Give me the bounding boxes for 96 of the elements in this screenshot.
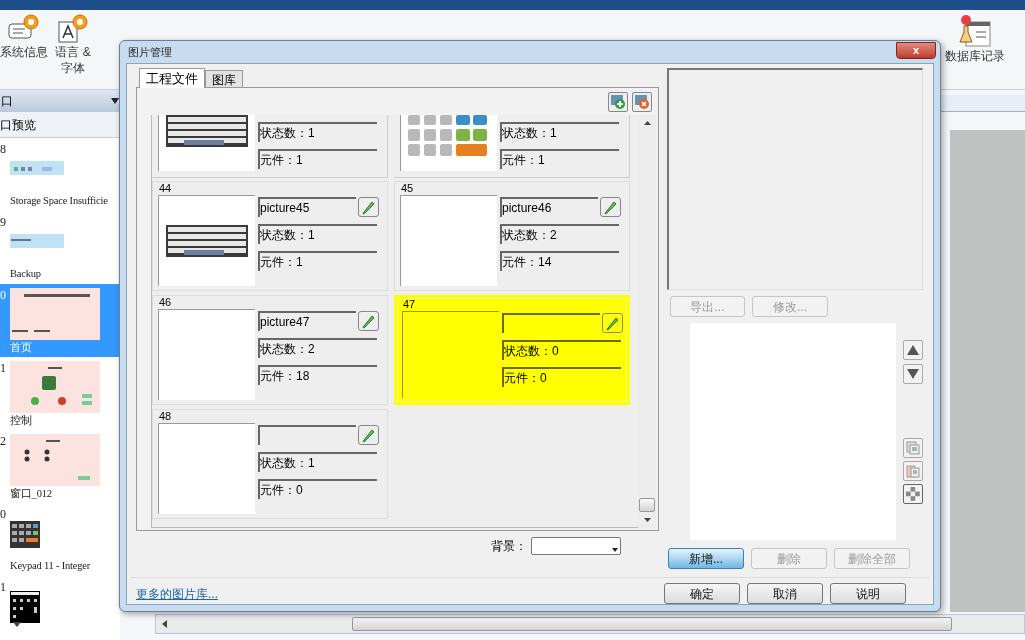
transparency-button[interactable] (903, 484, 923, 504)
copy-icon (906, 441, 920, 455)
letter-gear-icon (56, 14, 90, 44)
checker-icon (906, 487, 920, 501)
pencil-icon (605, 315, 620, 331)
edit-button[interactable] (358, 425, 379, 445)
state-count-field: 状态数：1 (258, 122, 377, 142)
picture-number: 46 (158, 296, 173, 309)
move-up-button[interactable] (903, 340, 923, 360)
vertical-scrollbar[interactable] (638, 115, 656, 528)
remove-picture-button[interactable] (632, 91, 652, 112)
pencil-icon (361, 199, 376, 215)
screen-caption: 窗口_012 (10, 487, 53, 501)
name-field[interactable]: picture46 (500, 197, 598, 217)
name-field[interactable] (258, 425, 356, 445)
tab[interactable]: 图库 (205, 70, 243, 87)
element-count-field: 元件：0 (258, 479, 377, 499)
picture-card[interactable]: 48 状态数：1 元件：0 (152, 409, 388, 519)
scroll-up-icon[interactable] (643, 121, 651, 125)
screen-number: 2 (0, 433, 7, 450)
screen-caption: Storage Space Insufficie (10, 194, 108, 209)
scroll-thumb[interactable] (639, 498, 655, 512)
screen-number: 0 (0, 506, 7, 523)
ribbon-button[interactable]: 语言 & 字体 (50, 14, 96, 76)
screen-caption: 首页 (10, 341, 33, 355)
background-label: 背景： (491, 538, 527, 555)
state-count-field: 状态数：0 (502, 340, 621, 360)
paste-icon (906, 464, 920, 478)
window-title: 图片管理 (128, 44, 172, 60)
edit-button[interactable] (358, 197, 379, 217)
flask-list-icon (958, 14, 992, 48)
state-count-field: 状态数：1 (258, 452, 377, 472)
name-field[interactable] (502, 313, 600, 333)
screen-number: 9 (0, 214, 7, 231)
image-plus-icon (610, 93, 626, 110)
screen-number: 0 (0, 287, 7, 304)
move-down-button[interactable] (903, 364, 923, 384)
close-button[interactable]: x (896, 41, 936, 59)
edit-button[interactable] (602, 313, 623, 333)
element-count-field: 元件：18 (258, 365, 377, 385)
scroll-left-icon[interactable] (162, 620, 167, 628)
element-count-field: 元件：1 (258, 149, 377, 169)
more-pictures-link[interactable]: 更多的图片库... (136, 584, 218, 603)
picture-card[interactable]: 状态数：1 元件：1 (152, 115, 388, 178)
ribbon-button[interactable]: 系统信息 (0, 14, 51, 60)
screen-number: 1 (0, 579, 7, 596)
dropdown-icon[interactable] (612, 548, 618, 552)
dropdown-icon[interactable] (111, 98, 119, 104)
ok-button[interactable]: 确定 (664, 583, 740, 604)
ribbon-button[interactable]: 数据库记录 (940, 14, 1010, 64)
up-arrow-icon (907, 345, 919, 355)
picture-number: 48 (158, 410, 173, 423)
screen-thumbnail (10, 160, 64, 175)
screen-number: 1 (0, 360, 7, 377)
image-remove-icon (634, 93, 650, 110)
background-dropdown[interactable] (531, 537, 621, 555)
screen-caption: Backup (10, 267, 42, 282)
cancel-button[interactable]: 取消 (747, 583, 823, 604)
element-count-field: 元件：14 (500, 251, 619, 271)
screen-caption: 控制 (10, 414, 33, 428)
screen-thumbnail (10, 591, 40, 623)
picture-card[interactable]: 46 picture47 状态数：2 元件：18 (152, 295, 388, 405)
screen-caption: Keypad 11 - Integer (10, 559, 91, 574)
scroll-down-icon[interactable] (643, 518, 651, 522)
screen-thumbnail (10, 233, 64, 248)
edit-button[interactable] (600, 197, 621, 217)
edit-button[interactable] (358, 311, 379, 331)
picture-card[interactable]: 状态数：1 元件：1 (394, 115, 630, 178)
name-field[interactable]: picture45 (258, 197, 356, 217)
state-count-field: 状态数：2 (258, 338, 377, 358)
state-count-field: 状态数：1 (500, 122, 619, 142)
help-button[interactable]: 说明 (830, 583, 906, 604)
tab[interactable]: 工程文件 (139, 68, 205, 88)
picture-number: 47 (402, 298, 417, 311)
pencil-icon (603, 199, 618, 215)
add-picture-button[interactable] (608, 91, 628, 112)
horizontal-scrollbar[interactable] (155, 614, 1025, 634)
element-count-field: 元件：1 (258, 251, 377, 271)
panel-title: 口 (1, 93, 13, 110)
state-count-field: 状态数：1 (258, 224, 377, 244)
picture-card[interactable]: 44 picture45 状态数：1 元件：1 (152, 181, 388, 291)
picture-card[interactable]: 45 picture46 状态数：2 元件：14 (394, 181, 630, 291)
down-arrow-icon (907, 369, 919, 379)
pencil-icon (361, 313, 376, 329)
element-count-field: 元件：1 (500, 149, 619, 169)
preview-title: 口预览 (0, 112, 120, 138)
add-button[interactable]: 新增... (668, 548, 744, 569)
picture-number: 44 (158, 182, 173, 195)
screen-number: 8 (0, 141, 7, 158)
picture-number: 45 (400, 182, 415, 195)
picture-card[interactable]: 47 状态数：0 元件：0 (394, 295, 630, 405)
pencil-icon (361, 427, 376, 443)
name-field[interactable]: picture47 (258, 311, 356, 331)
element-count-field: 元件：0 (502, 367, 621, 387)
scroll-thumb[interactable] (352, 617, 952, 631)
state-count-field: 状态数：2 (500, 224, 619, 244)
